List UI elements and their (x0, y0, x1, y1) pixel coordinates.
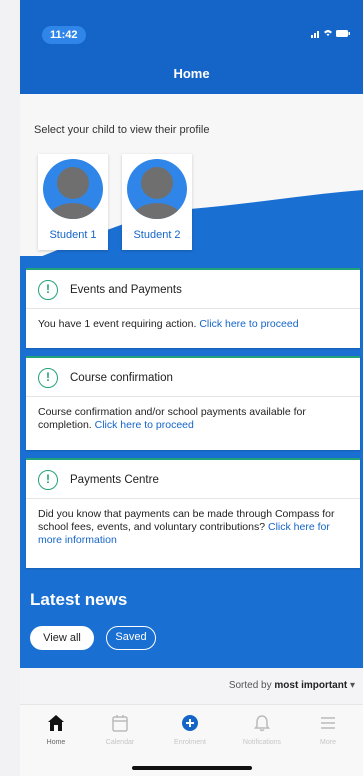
user-silhouette-icon (47, 167, 99, 219)
tab-calendar[interactable]: Calendar (90, 713, 150, 746)
proceed-link[interactable]: Click here to proceed (95, 419, 194, 431)
sort-bar: Sorted by most important ▾ (20, 668, 363, 705)
sort-dropdown[interactable]: Sorted by most important ▾ (229, 680, 355, 691)
phone-screen: 11:42 Home Select your child to view the… (20, 0, 363, 776)
tab-home[interactable]: Home (26, 713, 86, 746)
course-confirmation-card[interactable]: ! Course confirmation Course confirmatio… (26, 356, 360, 450)
events-payments-card[interactable]: ! Events and Payments You have 1 event r… (26, 268, 360, 348)
alert-icon: ! (38, 470, 58, 490)
select-child-prompt: Select your child to view their profile (34, 124, 210, 136)
card-body: You have 1 event requiring action. Click… (38, 318, 299, 330)
student-card-1[interactable]: Student 1 (38, 154, 108, 250)
calendar-icon (112, 715, 128, 732)
tab-notifications[interactable]: Notifications (232, 713, 292, 746)
card-title: Events and Payments (70, 284, 182, 296)
card-body: Did you know that payments can be made t… (38, 508, 335, 546)
latest-news-heading: Latest news (30, 590, 128, 609)
plus-circle-icon (182, 715, 198, 731)
avatar (43, 159, 103, 219)
alert-icon: ! (38, 280, 58, 300)
home-icon (48, 715, 64, 731)
card-body: Course confirmation and/or school paymen… (38, 406, 306, 431)
card-title: Course confirmation (70, 372, 173, 384)
tab-enrolment[interactable]: Enrolment (160, 713, 220, 746)
proceed-link[interactable]: Click here to proceed (199, 318, 298, 330)
student-name: Student 1 (49, 229, 97, 241)
saved-filter[interactable]: Saved (106, 626, 156, 650)
student-card-2[interactable]: Student 2 (122, 154, 192, 250)
profile-section: Select your child to view their profile … (20, 94, 363, 274)
view-all-filter[interactable]: View all (30, 626, 94, 650)
page-title: Home (173, 66, 210, 81)
avatar (127, 159, 187, 219)
home-indicator (132, 766, 252, 770)
signal-wifi-battery-icon (311, 30, 350, 38)
student-name: Student 2 (133, 229, 181, 241)
status-icons (311, 27, 351, 42)
app-header: 11:42 Home (20, 0, 363, 94)
tab-more[interactable]: More (298, 713, 358, 746)
alert-icon: ! (38, 368, 58, 388)
chevron-down-icon: ▾ (349, 680, 355, 691)
payments-centre-card[interactable]: ! Payments Centre Did you know that paym… (26, 458, 360, 568)
status-time: 11:42 (42, 26, 86, 44)
user-silhouette-icon (131, 167, 183, 219)
menu-icon (321, 717, 335, 729)
bell-icon (254, 715, 270, 732)
card-title: Payments Centre (70, 474, 159, 486)
